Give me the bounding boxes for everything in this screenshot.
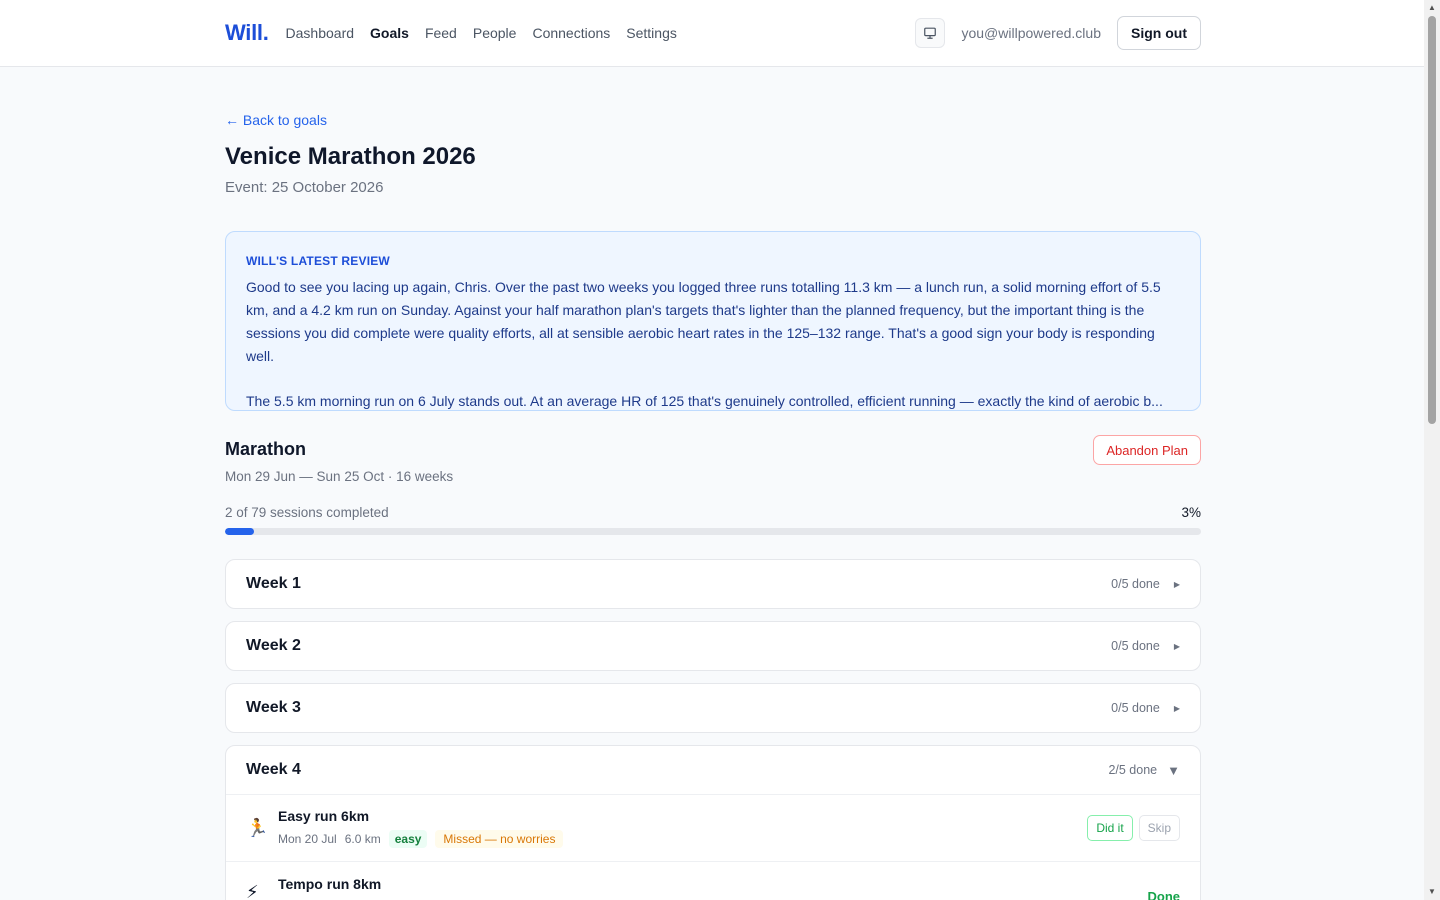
- latest-review-card: WILL'S LATEST REVIEW Good to see you lac…: [225, 231, 1201, 411]
- expand-arrow-icon[interactable]: ▶: [1174, 704, 1180, 713]
- week-progress: 0/5 done: [1111, 639, 1160, 653]
- back-to-goals-link[interactable]: ← Back to goals: [225, 112, 327, 128]
- nav-feed[interactable]: Feed: [425, 25, 457, 41]
- week-header[interactable]: Week 3 0/5 done ▶: [226, 684, 1200, 732]
- monitor-icon: [924, 27, 937, 39]
- navbar-content: Will. Dashboard Goals Feed People Connec…: [225, 0, 1201, 66]
- week-progress: 2/5 done: [1108, 763, 1158, 777]
- session-details: Tempo run 8km: [278, 876, 1148, 892]
- session-meta: Mon 20 Jul 6.0 km easy Missed — no worri…: [278, 830, 1087, 848]
- week-title: Week 4: [246, 761, 301, 778]
- goal-event-date: Event: 25 October 2026: [225, 179, 384, 196]
- review-paragraph: Good to see you lacing up again, Chris. …: [246, 279, 1161, 364]
- week-header[interactable]: Week 4 2/5 done ▼: [226, 746, 1200, 794]
- week-title: Week 1: [246, 575, 301, 592]
- review-text: Good to see you lacing up again, Chris. …: [246, 276, 1180, 413]
- progress-bar-fill: [225, 528, 255, 535]
- week-card[interactable]: Week 3 0/5 done ▶: [225, 683, 1201, 733]
- lightning-icon: ⚡: [246, 882, 259, 900]
- done-status: Done: [1147, 889, 1181, 900]
- nav-goals[interactable]: Goals: [370, 25, 409, 41]
- progress-bar: [225, 528, 1201, 535]
- nav-settings[interactable]: Settings: [626, 25, 677, 41]
- intensity-badge: easy: [388, 830, 428, 848]
- week-progress: 0/5 done: [1111, 701, 1160, 715]
- week-card[interactable]: Week 2 0/5 done ▶: [225, 621, 1201, 671]
- session-date: Mon 20 Jul: [278, 832, 337, 846]
- progress-summary: 2 of 79 sessions completed 3%: [225, 505, 1201, 520]
- expand-arrow-icon[interactable]: ▶: [1174, 580, 1180, 589]
- week-progress: 0/5 done: [1111, 577, 1160, 591]
- nav-connections[interactable]: Connections: [532, 25, 610, 41]
- progress-label: 2 of 79 sessions completed: [225, 505, 389, 520]
- session-distance: 6.0 km: [344, 832, 381, 846]
- scrollbar-thumb[interactable]: [1428, 16, 1436, 424]
- runner-icon: 🏃: [246, 817, 269, 838]
- user-email: you@willpowered.club: [961, 25, 1101, 41]
- session-title: Tempo run 8km: [278, 876, 382, 892]
- week-card[interactable]: Week 1 0/5 done ▶: [225, 559, 1201, 609]
- plan-dates: Mon 29 Jun — Sun 25 Oct · 16 weeks: [225, 469, 454, 484]
- skip-button[interactable]: Skip: [1138, 815, 1180, 841]
- scroll-up-arrow-icon[interactable]: ▲: [1424, 0, 1440, 16]
- progress-percent: 3%: [1181, 505, 1201, 520]
- abandon-plan-button[interactable]: Abandon Plan: [1093, 435, 1201, 465]
- sign-out-button[interactable]: Sign out: [1117, 16, 1201, 50]
- status-badge: Missed — no worries: [435, 830, 564, 848]
- session-row: ⚡ Tempo run 8km Done: [226, 861, 1200, 900]
- top-navbar: Will. Dashboard Goals Feed People Connec…: [0, 0, 1424, 67]
- week-header[interactable]: Week 2 0/5 done ▶: [226, 622, 1200, 670]
- collapse-arrow-icon[interactable]: ▼: [1167, 763, 1180, 778]
- session-details: Easy run 6km Mon 20 Jul 6.0 km easy Miss…: [278, 808, 1087, 848]
- navbar-right: you@willpowered.club Sign out: [915, 16, 1201, 50]
- nav-dashboard[interactable]: Dashboard: [286, 25, 355, 41]
- app-logo[interactable]: Will.: [225, 20, 269, 46]
- theme-toggle-button[interactable]: [915, 18, 946, 48]
- week-header[interactable]: Week 1 0/5 done ▶: [226, 560, 1200, 608]
- session-title: Easy run 6km: [278, 808, 370, 824]
- review-paragraph: The 5.5 km morning run on 6 July stands …: [246, 393, 1163, 409]
- expand-arrow-icon[interactable]: ▶: [1174, 642, 1180, 651]
- goal-title: Venice Marathon 2026: [225, 143, 476, 170]
- plan-title: Marathon: [225, 439, 306, 459]
- week-title: Week 3: [246, 699, 301, 716]
- nav-people[interactable]: People: [473, 25, 517, 41]
- did-it-button[interactable]: Did it: [1087, 815, 1133, 841]
- week-card-expanded[interactable]: Week 4 2/5 done ▼ 🏃 Easy run 6km Mon 20 …: [225, 745, 1201, 900]
- page-scrollbar[interactable]: ▲ ▼: [1424, 0, 1440, 900]
- review-label: WILL'S LATEST REVIEW: [246, 254, 390, 268]
- session-row: 🏃 Easy run 6km Mon 20 Jul 6.0 km easy Mi…: [226, 794, 1200, 861]
- scroll-down-arrow-icon[interactable]: ▼: [1424, 884, 1440, 900]
- main-nav: Dashboard Goals Feed People Connections …: [286, 25, 677, 41]
- week-title: Week 2: [246, 637, 301, 654]
